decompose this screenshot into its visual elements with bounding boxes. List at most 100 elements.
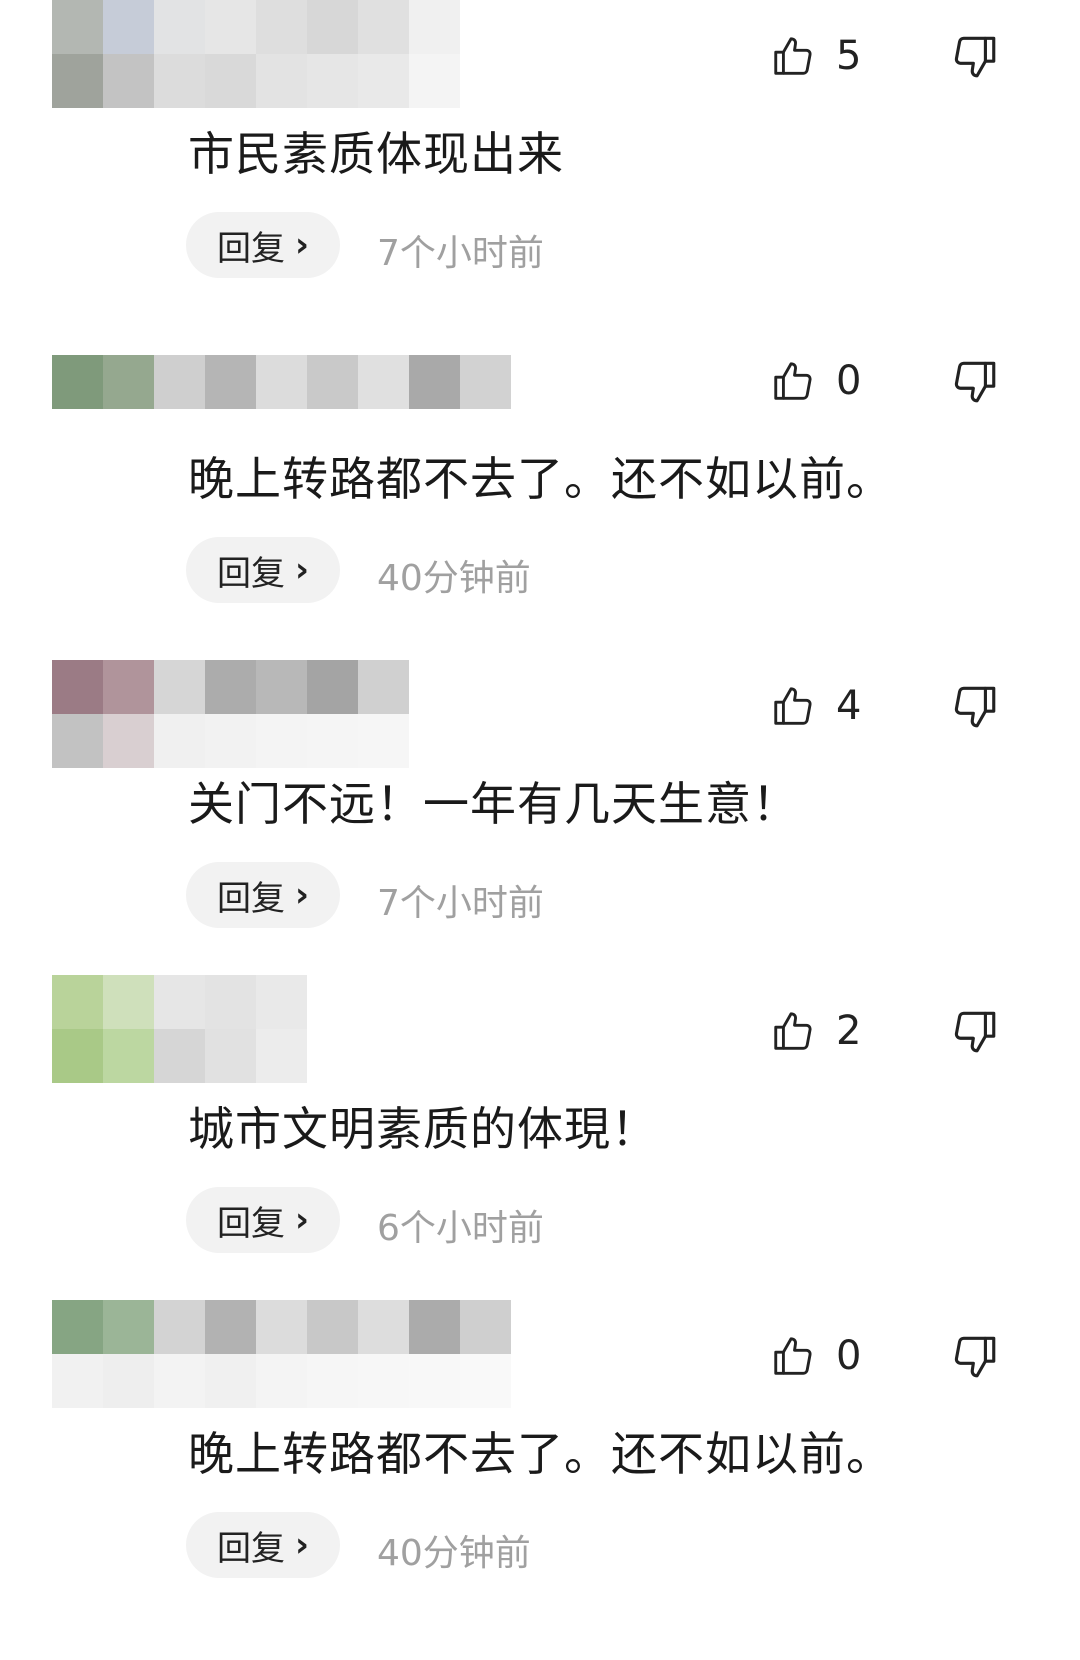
thumbs-down-icon: [954, 1011, 996, 1053]
like-count: 0: [836, 1333, 862, 1379]
mosaic-cell: [358, 660, 409, 714]
mosaic-cell: [52, 355, 103, 409]
mosaic-cell: [154, 975, 205, 1029]
thumbs-up-icon: [774, 687, 812, 725]
mosaic-cell: [154, 54, 205, 108]
mosaic-cell: [307, 714, 358, 768]
mosaic-cell: [205, 660, 256, 714]
reply-button[interactable]: 回复 ›: [186, 1187, 340, 1253]
like-count: 2: [836, 1008, 862, 1054]
mosaic-cell: [52, 0, 103, 54]
mosaic-cell: [103, 1300, 154, 1354]
dislike-button[interactable]: [950, 357, 1000, 407]
like-button[interactable]: 0: [770, 355, 861, 407]
mosaic-cell: [256, 1029, 307, 1083]
mosaic-cell: [409, 355, 460, 409]
mosaic-cell: [460, 355, 511, 409]
reply-button[interactable]: 回复 ›: [186, 537, 340, 603]
mosaic-cell: [154, 1029, 205, 1083]
mosaic-cell: [205, 355, 256, 409]
reply-button[interactable]: 回复 ›: [186, 212, 340, 278]
reply-button[interactable]: 回复 ›: [186, 862, 340, 928]
mosaic-cell: [307, 0, 358, 54]
comment-timestamp: 40分钟前: [377, 558, 531, 599]
mosaic-cell: [52, 975, 103, 1029]
comment-text: 市民素质体现出来: [188, 127, 564, 181]
mosaic-cell: [103, 1029, 154, 1083]
comment-item: 4 关门不远！一年有几天生意！ 回复 › 7个小时前: [0, 650, 1080, 980]
comment-text: 晚上转路都不去了。还不如以前。: [188, 452, 893, 506]
like-button[interactable]: 2: [770, 1005, 861, 1057]
like-button[interactable]: 0: [770, 1330, 861, 1382]
dislike-button[interactable]: [950, 32, 1000, 82]
mosaic-cell: [358, 0, 409, 54]
mosaic-cell: [154, 355, 205, 409]
redacted-user-info: [52, 660, 409, 768]
reply-label: 回复: [216, 1528, 285, 1569]
mosaic-cell: [307, 660, 358, 714]
dislike-button[interactable]: [950, 1007, 1000, 1057]
like-count: 4: [836, 683, 862, 729]
reply-button[interactable]: 回复 ›: [186, 1512, 340, 1578]
dislike-button[interactable]: [950, 1332, 1000, 1382]
mosaic-cell: [307, 54, 358, 108]
like-count: 0: [836, 358, 862, 404]
redacted-user-info: [52, 0, 460, 108]
mosaic-cell: [52, 660, 103, 714]
comment-timestamp: 6个小时前: [377, 1208, 544, 1249]
thumbs-down-icon: [954, 1336, 996, 1378]
mosaic-cell: [205, 0, 256, 54]
comment-text: 晚上转路都不去了。还不如以前。: [188, 1427, 893, 1481]
thumbs-up-icon: [774, 1337, 812, 1375]
chevron-right-icon: ›: [294, 875, 309, 915]
mosaic-cell: [409, 1300, 460, 1354]
thumbs-up-icon: [774, 362, 812, 400]
mosaic-cell: [358, 1354, 409, 1408]
mosaic-cell: [205, 1300, 256, 1354]
mosaic-cell: [358, 1300, 409, 1354]
mosaic-cell: [103, 355, 154, 409]
like-count: 5: [836, 33, 862, 79]
mosaic-cell: [154, 0, 205, 54]
mosaic-cell: [256, 975, 307, 1029]
mosaic-cell: [256, 1354, 307, 1408]
mosaic-cell: [205, 54, 256, 108]
comment-item: 0 晚上转路都不去了。还不如以前。 回复 › 40分钟前: [0, 325, 1080, 655]
mosaic-cell: [52, 1300, 103, 1354]
mosaic-cell: [256, 54, 307, 108]
comment-item: 0 晚上转路都不去了。还不如以前。 回复 › 40分钟前: [0, 1300, 1080, 1630]
mosaic-cell: [307, 1300, 358, 1354]
mosaic-cell: [307, 355, 358, 409]
mosaic-cell: [154, 1300, 205, 1354]
mosaic-cell: [205, 1029, 256, 1083]
mosaic-cell: [256, 714, 307, 768]
mosaic-cell: [103, 1354, 154, 1408]
reply-label: 回复: [216, 553, 285, 594]
mosaic-cell: [256, 0, 307, 54]
mosaic-cell: [52, 54, 103, 108]
like-button[interactable]: 5: [770, 30, 861, 82]
mosaic-cell: [358, 355, 409, 409]
thumbs-down-icon: [954, 686, 996, 728]
comment-item: 5 市民素质体现出来 回复 › 7个小时前: [0, 0, 1080, 330]
reply-label: 回复: [216, 1203, 285, 1244]
mosaic-cell: [154, 1354, 205, 1408]
mosaic-cell: [409, 1354, 460, 1408]
comment-timestamp: 7个小时前: [377, 233, 544, 274]
dislike-button[interactable]: [950, 682, 1000, 732]
mosaic-cell: [256, 660, 307, 714]
mosaic-cell: [103, 54, 154, 108]
mosaic-cell: [409, 54, 460, 108]
chevron-right-icon: ›: [294, 225, 309, 265]
mosaic-cell: [205, 975, 256, 1029]
chevron-right-icon: ›: [294, 1525, 309, 1565]
mosaic-cell: [103, 0, 154, 54]
redacted-user-info: [52, 355, 511, 409]
chevron-right-icon: ›: [294, 550, 309, 590]
redacted-user-info: [52, 1300, 511, 1408]
comment-text: 城市文明素质的体現！: [188, 1102, 658, 1156]
comment-text: 关门不远！一年有几天生意！: [188, 777, 799, 831]
mosaic-cell: [460, 1354, 511, 1408]
mosaic-cell: [205, 714, 256, 768]
like-button[interactable]: 4: [770, 680, 861, 732]
